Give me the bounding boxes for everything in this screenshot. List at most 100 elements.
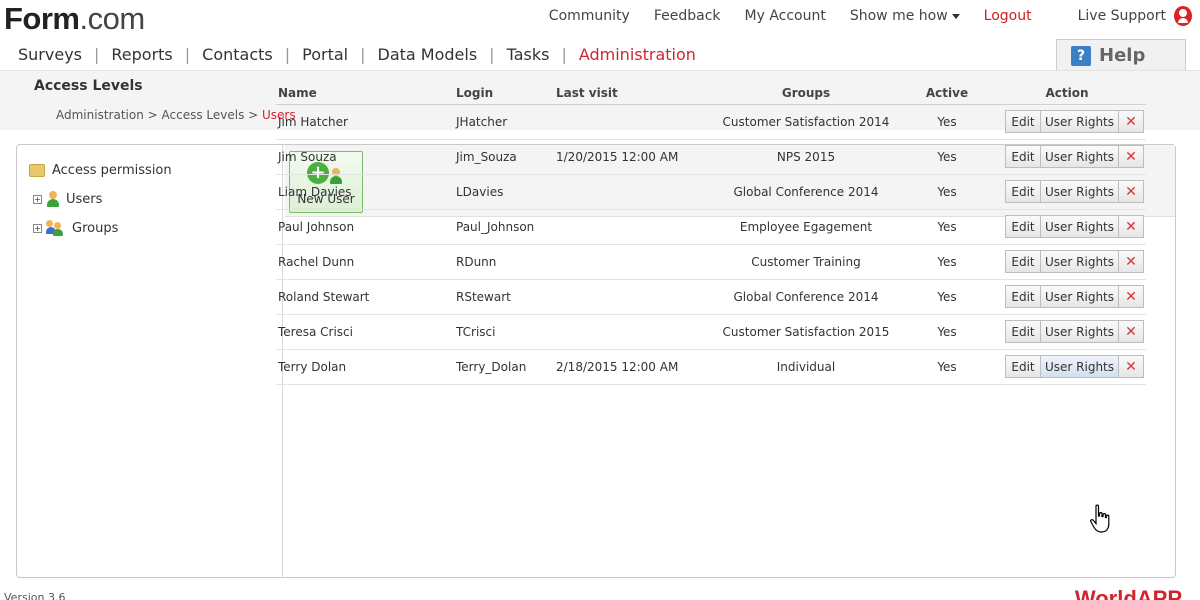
edit-button[interactable]: Edit (1005, 180, 1041, 203)
version-text: Version 3.6 (4, 591, 66, 600)
cell-groups: Individual (704, 349, 906, 385)
expand-icon[interactable]: + (33, 223, 42, 233)
cell-active: Yes (906, 244, 986, 280)
table-header-row: Name Login Last visit Groups Active Acti… (276, 84, 1146, 105)
nav-item-tasks[interactable]: Tasks (507, 45, 550, 64)
cell-actions: Edit User Rights ✕ (986, 244, 1146, 280)
top-navigation: Community Feedback My Account Show me ho… (525, 6, 1192, 26)
expand-icon[interactable]: + (33, 194, 42, 204)
cell-groups: Customer Satisfaction 2015 (704, 314, 906, 350)
show-me-how-label: Show me how (849, 8, 948, 24)
user-rights-button[interactable]: User Rights (1041, 110, 1119, 133)
row-actions: Edit User Rights ✕ (988, 320, 1146, 343)
cell-login: Jim_Souza (454, 139, 554, 175)
user-rights-button[interactable]: User Rights (1041, 215, 1119, 238)
cell-last-visit (554, 174, 704, 210)
nav-item-data-models[interactable]: Data Models (378, 45, 478, 64)
cell-groups: Global Conference 2014 (704, 279, 906, 315)
delete-icon[interactable]: ✕ (1119, 110, 1144, 133)
nav-separator: | (489, 45, 495, 64)
table-row: Roland Stewart RStewart Global Conference … (276, 279, 1146, 315)
show-me-how-dropdown[interactable]: Show me how (850, 8, 960, 24)
cell-name: Jim Souza (276, 139, 454, 175)
logout-link[interactable]: Logout (984, 8, 1032, 24)
cell-name: Terry Dolan (276, 349, 454, 385)
cell-login: RDunn (454, 244, 554, 280)
cell-login: LDavies (454, 174, 554, 210)
cell-name: Roland Stewart (276, 279, 454, 315)
cell-actions: Edit User Rights ✕ (986, 174, 1146, 210)
edit-button[interactable]: Edit (1005, 285, 1041, 308)
delete-icon[interactable]: ✕ (1119, 285, 1144, 308)
edit-button[interactable]: Edit (1005, 320, 1041, 343)
tree-node-users[interactable]: + Users (33, 191, 102, 207)
tree-root-access-permission[interactable]: Access permission (29, 163, 172, 178)
cell-name: Paul Johnson (276, 209, 454, 245)
mouse-pointer-hand-icon (1090, 504, 1110, 533)
delete-icon[interactable]: ✕ (1119, 180, 1144, 203)
edit-button[interactable]: Edit (1005, 145, 1041, 168)
cell-actions: Edit User Rights ✕ (986, 209, 1146, 245)
user-rights-button[interactable]: User Rights (1041, 355, 1119, 378)
delete-icon[interactable]: ✕ (1119, 215, 1144, 238)
cell-active: Yes (906, 139, 986, 175)
delete-icon[interactable]: ✕ (1119, 320, 1144, 343)
table-row: Liam Davies LDavies Global Conference 2014… (276, 174, 1146, 210)
column-header-last-visit[interactable]: Last visit (554, 84, 704, 105)
column-header-name[interactable]: Name (276, 84, 454, 105)
breadcrumb-item[interactable]: Administration (56, 108, 144, 122)
column-header-active[interactable]: Active (906, 84, 986, 105)
edit-button[interactable]: Edit (1005, 250, 1041, 273)
cell-groups: Customer Training (704, 244, 906, 280)
column-header-groups[interactable]: Groups (704, 84, 906, 105)
row-actions: Edit User Rights ✕ (988, 355, 1146, 378)
user-rights-button[interactable]: User Rights (1041, 320, 1119, 343)
cell-actions: Edit User Rights ✕ (986, 139, 1146, 175)
nav-item-reports[interactable]: Reports (111, 45, 172, 64)
my-account-link[interactable]: My Account (745, 8, 826, 24)
table-row: Jim Souza Jim_Souza 1/20/2015 12:00 AM NPS … (276, 139, 1146, 175)
user-rights-button[interactable]: User Rights (1041, 285, 1119, 308)
breadcrumb-separator: > (244, 108, 263, 122)
live-support-person-icon (1174, 6, 1192, 26)
app-logo[interactable]: Form.com (4, 2, 145, 36)
nav-item-contacts[interactable]: Contacts (202, 45, 273, 64)
help-button[interactable]: ? Help (1056, 39, 1186, 71)
logo-domain: .com (79, 1, 146, 36)
edit-button[interactable]: Edit (1005, 110, 1041, 133)
main-navigation: Surveys | Reports | Contacts | Portal | Data Mod… (18, 45, 696, 64)
page-title: Access Levels (34, 78, 143, 94)
tree-node-groups[interactable]: + Groups (33, 220, 118, 236)
nav-separator: | (284, 45, 291, 64)
live-support-link[interactable]: Live Support (1078, 6, 1192, 26)
nav-separator: | (184, 45, 191, 64)
cell-login: TCrisci (454, 314, 554, 350)
user-rights-button[interactable]: User Rights (1041, 145, 1119, 168)
cell-last-visit (554, 314, 704, 350)
cell-last-visit (554, 104, 704, 140)
delete-icon[interactable]: ✕ (1119, 355, 1144, 378)
cell-groups: Customer Satisfaction 2014 (704, 104, 906, 140)
nav-item-administration[interactable]: Administration (579, 45, 696, 64)
cell-login: JHatcher (454, 104, 554, 140)
tree-root-label: Access permission (52, 163, 172, 178)
column-header-login[interactable]: Login (454, 84, 554, 105)
cell-actions: Edit User Rights ✕ (986, 279, 1146, 315)
user-rights-button[interactable]: User Rights (1041, 250, 1119, 273)
breadcrumb-item[interactable]: Access Levels (162, 108, 245, 122)
edit-button[interactable]: Edit (1005, 355, 1041, 378)
edit-button[interactable]: Edit (1005, 215, 1041, 238)
delete-icon[interactable]: ✕ (1119, 250, 1144, 273)
tree-node-label: Users (66, 191, 103, 207)
nav-separator: | (94, 45, 100, 64)
nav-item-surveys[interactable]: Surveys (18, 45, 82, 64)
user-rights-button[interactable]: User Rights (1041, 180, 1119, 203)
table-row: Rachel Dunn RDunn Customer Training Yes Edit… (276, 244, 1146, 280)
users-table: Name Login Last visit Groups Active Acti… (276, 84, 1146, 385)
nav-item-portal[interactable]: Portal (302, 45, 348, 64)
community-link[interactable]: Community (549, 8, 630, 24)
cell-actions: Edit User Rights ✕ (986, 104, 1146, 140)
delete-icon[interactable]: ✕ (1119, 145, 1144, 168)
row-actions: Edit User Rights ✕ (988, 285, 1146, 308)
feedback-link[interactable]: Feedback (654, 8, 721, 24)
